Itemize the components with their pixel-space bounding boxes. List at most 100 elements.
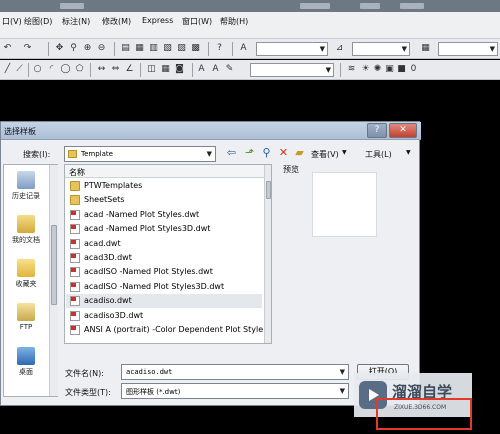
dtext-icon[interactable]: A [210, 64, 221, 75]
construction-line-icon[interactable]: ⟋ [14, 64, 25, 75]
calculator-icon[interactable]: ▩ [190, 43, 201, 54]
file-list-scrollbar[interactable] [264, 165, 271, 343]
properties-icon[interactable]: ▤ [120, 43, 131, 54]
file-row[interactable]: acadiso3D.dwt [66, 309, 262, 323]
menu-express[interactable]: Express [142, 16, 173, 25]
chevron-down-icon: ▼ [342, 149, 347, 156]
help-icon[interactable]: ? [214, 43, 225, 54]
file-row[interactable]: acadiso.dwt [66, 294, 262, 309]
pan-icon[interactable]: ✥ [54, 43, 65, 54]
zoom-previous-icon[interactable]: ⊖ [96, 43, 107, 54]
file-name: SheetSets [84, 195, 125, 205]
menu-dimension[interactable]: 标注(N) [62, 16, 90, 27]
layer-zero-icon[interactable]: 0 [408, 64, 419, 75]
filename-input[interactable]: acadiso.dwt ▼ [121, 364, 349, 380]
place-my-documents[interactable]: 我的文档 [4, 215, 48, 245]
file-row[interactable]: PTWTemplates [66, 179, 262, 193]
dwt-file-icon [70, 267, 80, 278]
sun-icon[interactable]: ✺ [372, 64, 383, 75]
markup-icon[interactable]: ▨ [176, 43, 187, 54]
angular-dim-icon[interactable]: ∠ [124, 64, 135, 75]
new-folder-icon[interactable]: ▰ [293, 146, 306, 159]
up-folder-icon[interactable]: ⬏ [243, 146, 256, 159]
color-square-icon[interactable]: ■ [396, 64, 407, 75]
highlight-box [376, 398, 472, 430]
text-style-combo[interactable]: ▼ [256, 42, 328, 56]
places-scrollbar[interactable] [49, 165, 58, 396]
place-history[interactable]: 历史记录 [4, 171, 48, 201]
tool-palettes-icon[interactable]: ▥ [148, 43, 159, 54]
menu-help[interactable]: 帮助(H) [220, 16, 248, 27]
dim-style-combo[interactable]: ▼ [352, 42, 410, 56]
design-center-icon[interactable]: ▦ [134, 43, 145, 54]
search-web-icon[interactable]: ⚲ [260, 146, 273, 159]
dwt-file-icon [70, 224, 80, 235]
title-text-block [360, 3, 380, 9]
undo-icon[interactable]: ↶ [2, 43, 13, 54]
file-row[interactable]: acad.dwt [66, 237, 262, 251]
table-style-icon[interactable]: ▦ [420, 43, 431, 54]
lookin-combo[interactable]: Template ▼ [64, 146, 216, 162]
layer-manager-icon[interactable]: ≋ [346, 64, 357, 75]
menu-view[interactable]: 口(V) [2, 16, 22, 27]
dim-style-icon[interactable]: ⊿ [334, 43, 345, 54]
history-icon [17, 171, 35, 189]
hatch-icon[interactable]: ▦ [160, 64, 171, 75]
file-row[interactable]: SheetSets [66, 193, 262, 207]
favorites-icon [17, 259, 35, 277]
place-ftp[interactable]: FTP [4, 303, 48, 331]
layer-combo[interactable]: ▼ [250, 63, 334, 77]
redo-icon[interactable]: ↷ [22, 43, 33, 54]
zoom-realtime-icon[interactable]: ⚲ [68, 43, 79, 54]
folder-icon [70, 181, 80, 191]
place-desktop[interactable]: 桌面 [4, 347, 48, 377]
mtext-icon[interactable]: A [196, 64, 207, 75]
filetype-select[interactable]: 图形样板 (*.dwt) ▼ [121, 383, 349, 399]
file-row[interactable]: ANSI A (portrait) -Color Dependent Plot … [66, 323, 263, 337]
dwt-file-icon [70, 253, 80, 263]
file-name: PTWTemplates [84, 181, 143, 190]
toolbar-separator [90, 63, 91, 77]
toolbar-separator [28, 63, 29, 77]
sheet-set-icon[interactable]: ▧ [162, 43, 173, 54]
edit-text-icon[interactable]: ✎ [224, 64, 235, 75]
arc-icon[interactable]: ◜ [46, 64, 57, 75]
file-row[interactable]: acadISO -Named Plot Styles.dwt [66, 265, 262, 279]
close-button[interactable]: ✕ [389, 123, 417, 138]
scrollbar-thumb[interactable] [51, 225, 57, 305]
dwt-file-icon [70, 209, 80, 220]
chevron-down-icon: ▼ [206, 150, 212, 158]
polygon-icon[interactable]: ⬠ [74, 64, 85, 75]
file-row[interactable]: acad -Named Plot Styles3D.dwt [66, 222, 262, 236]
scrollbar-thumb[interactable] [266, 181, 271, 199]
block-icon[interactable]: ◫ [146, 64, 157, 75]
dimension-icon[interactable]: ↔ [96, 64, 107, 75]
toolbar-separator [340, 63, 341, 77]
region-icon[interactable]: ◙ [174, 64, 185, 75]
ftp-icon [17, 303, 35, 321]
menu-modify[interactable]: 修改(M) [102, 16, 131, 27]
file-row[interactable]: acad -Named Plot Styles.dwt [66, 208, 262, 222]
back-icon[interactable]: ⇦ [225, 146, 238, 159]
place-favorites[interactable]: 收藏夹 [4, 259, 48, 289]
line-icon[interactable]: ╱ [2, 64, 13, 75]
circle-icon[interactable]: ○ [32, 64, 43, 75]
lock-icon[interactable]: ▣ [384, 64, 395, 75]
title-text-block [300, 3, 330, 9]
file-row[interactable]: acad3D.dwt [66, 251, 262, 265]
menu-draw[interactable]: 绘图(D) [24, 16, 52, 27]
file-row[interactable]: acadISO -Named Plot Styles3D.dwt [66, 280, 262, 294]
table-style-combo[interactable]: ▼ [438, 42, 498, 56]
help-button[interactable]: ? [367, 123, 387, 138]
delete-icon[interactable]: ✕ [277, 146, 290, 159]
place-label: 收藏夹 [15, 280, 37, 288]
aligned-dim-icon[interactable]: ⇔ [110, 64, 121, 75]
menu-window[interactable]: 窗口(W) [182, 16, 212, 27]
text-style-icon[interactable]: A [238, 43, 249, 54]
ellipse-icon[interactable]: ◯ [60, 64, 71, 75]
tools-menu[interactable]: 工具(L) [365, 149, 392, 160]
name-column-header[interactable]: 名称 [65, 165, 265, 178]
zoom-window-icon[interactable]: ⊕ [82, 43, 93, 54]
views-menu[interactable]: 查看(V) [311, 149, 339, 160]
bulb-on-icon[interactable]: ☀ [360, 64, 371, 75]
